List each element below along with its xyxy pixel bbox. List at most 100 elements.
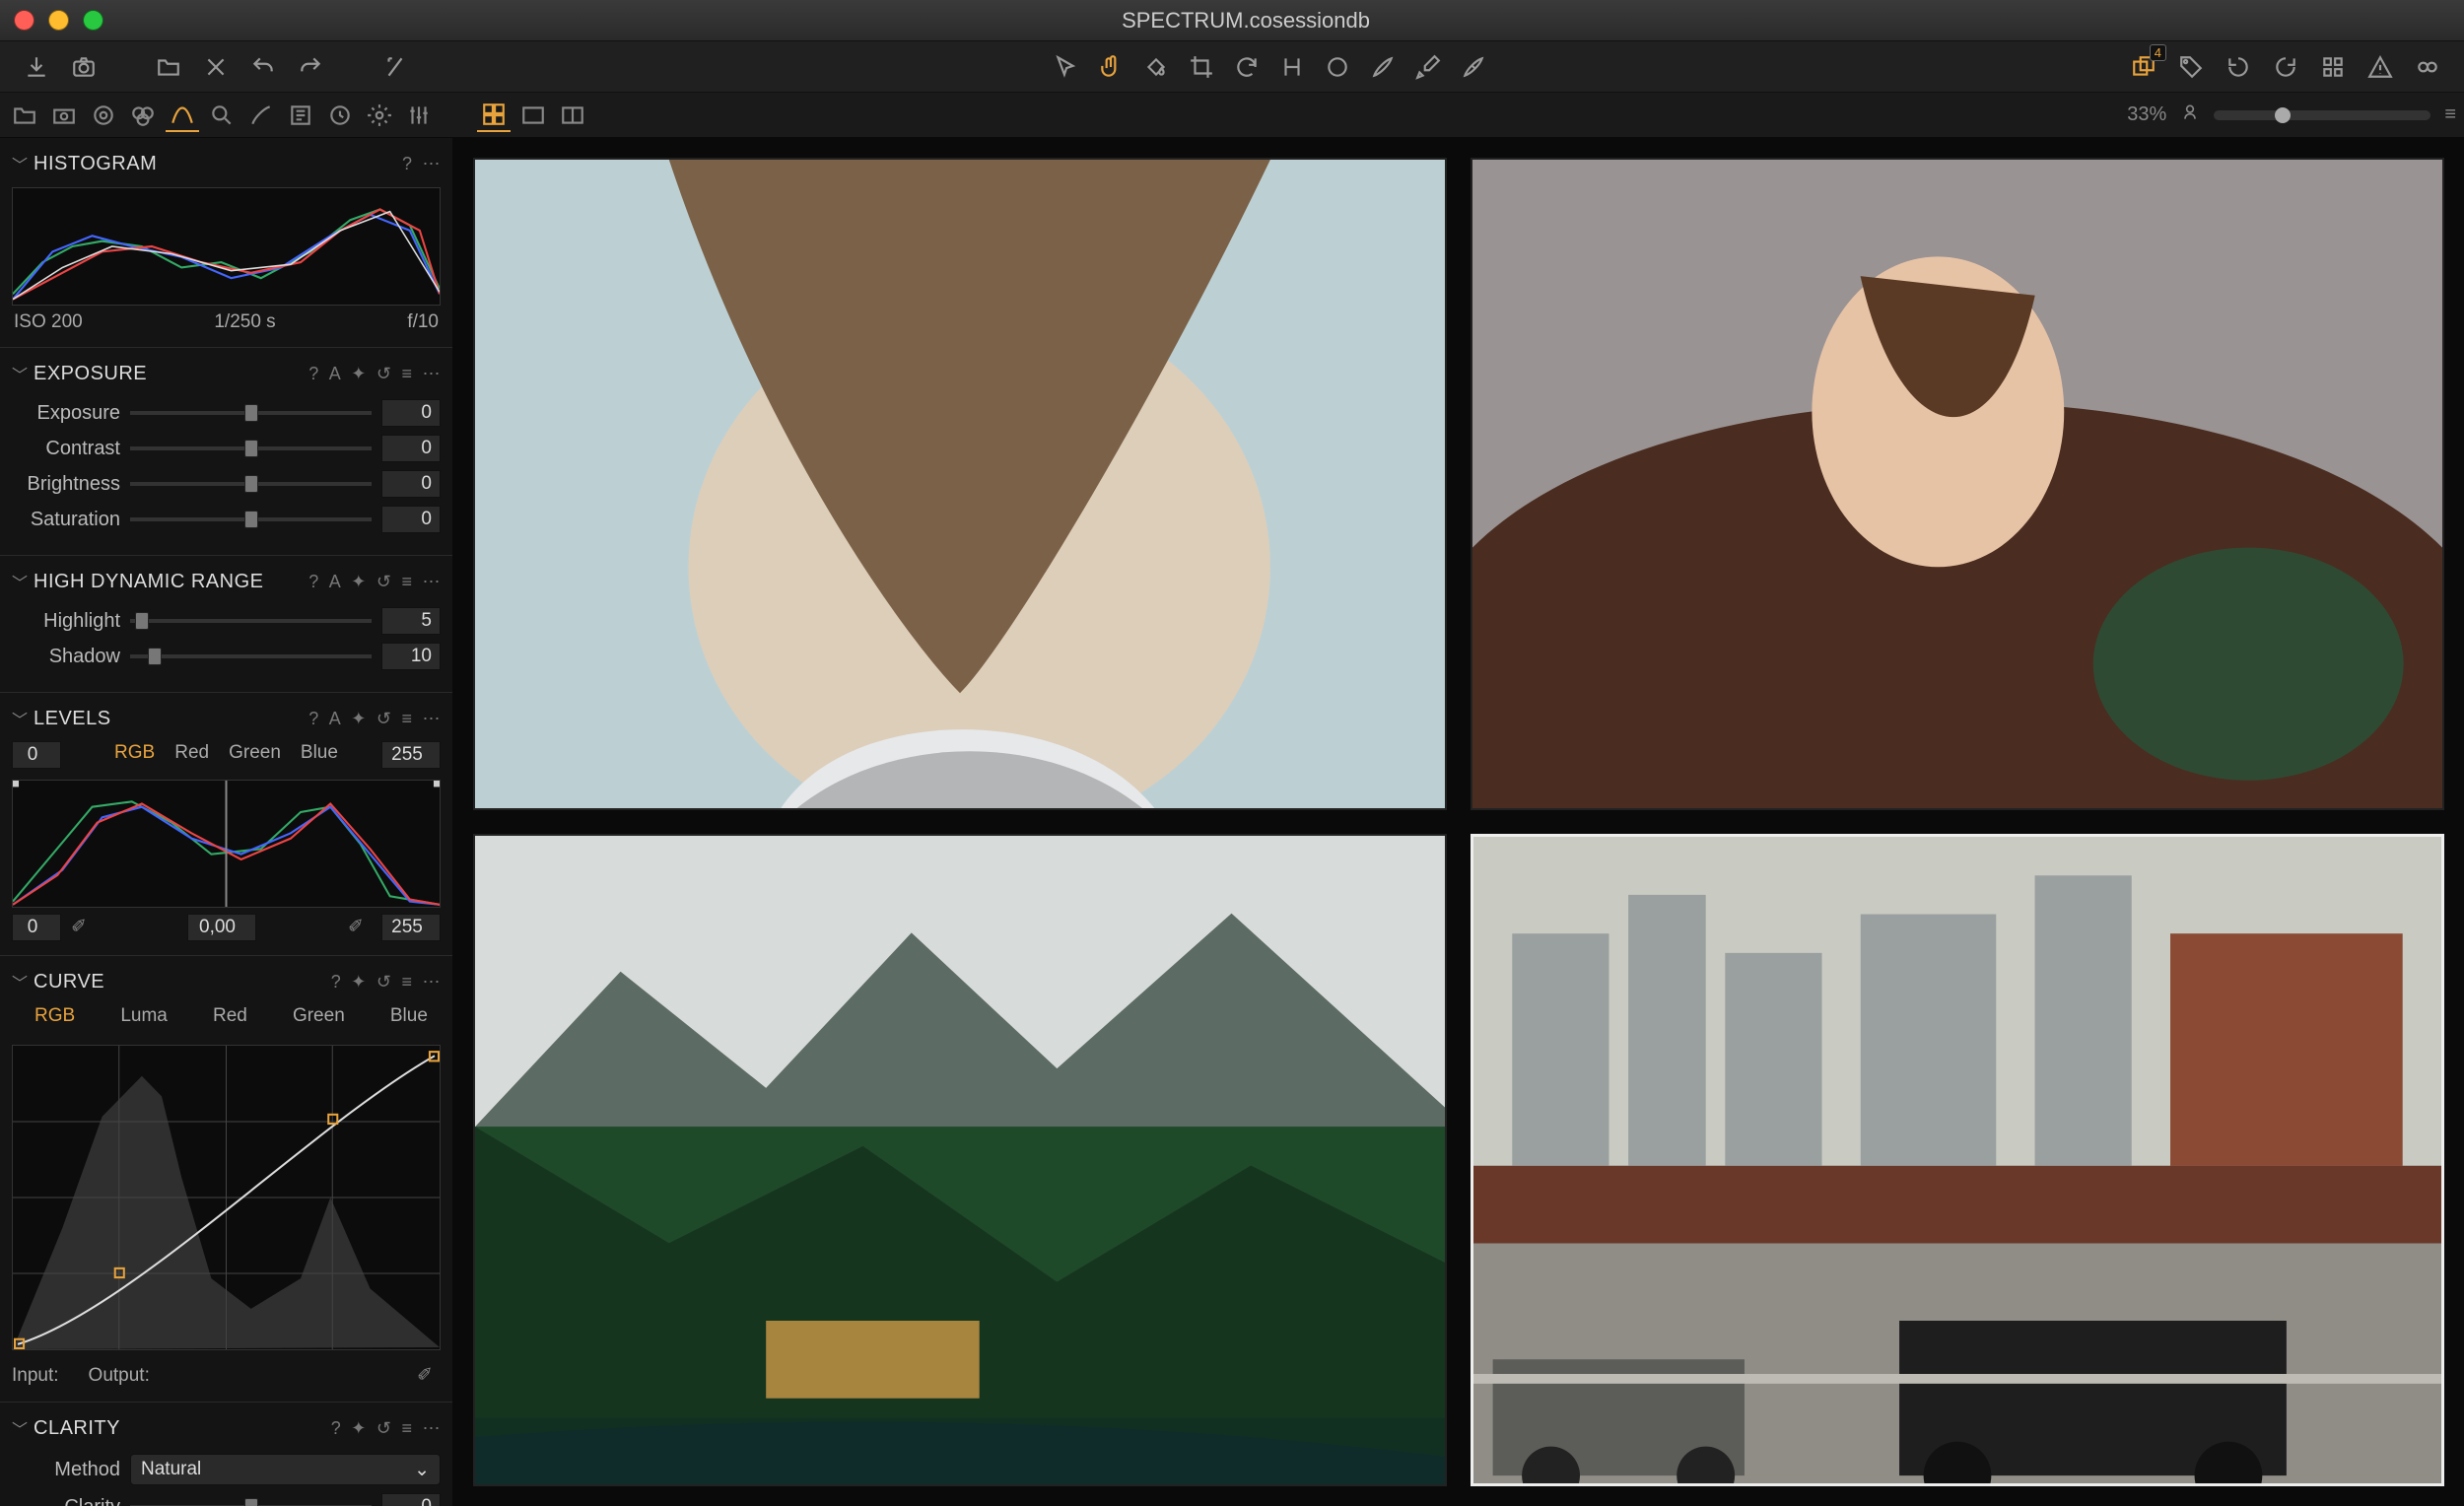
auto-adjust-icon[interactable] xyxy=(376,48,414,86)
output-tab[interactable] xyxy=(323,99,357,132)
redo-icon[interactable] xyxy=(292,48,329,86)
viewer-rect-icon[interactable] xyxy=(516,99,550,132)
wand-icon[interactable]: ✦ xyxy=(351,1418,367,1439)
adjustments-tab[interactable] xyxy=(402,99,436,132)
viewer-grid-icon[interactable] xyxy=(477,99,511,132)
reset-icon[interactable]: ↺ xyxy=(376,1418,392,1439)
library-tab[interactable] xyxy=(8,99,41,132)
chevron-down-icon[interactable]: ﹀ xyxy=(12,570,26,593)
chevron-down-icon[interactable]: ﹀ xyxy=(12,362,26,385)
clarity-method-select[interactable]: Natural⌄ xyxy=(130,1454,441,1485)
chevron-down-icon[interactable]: ﹀ xyxy=(12,970,26,993)
levels-out-black[interactable]: 0 xyxy=(12,914,61,941)
tag-icon[interactable] xyxy=(2172,48,2210,86)
close-window[interactable] xyxy=(14,10,34,31)
eyedropper-icon[interactable] xyxy=(1409,48,1447,86)
hdr-shadow-value[interactable]: 10 xyxy=(381,643,441,670)
brush-icon[interactable] xyxy=(1364,48,1402,86)
variants-icon[interactable]: 4 xyxy=(2125,48,2162,86)
help-icon[interactable]: ? xyxy=(402,154,413,174)
help-icon[interactable]: ? xyxy=(331,972,342,993)
help-icon[interactable]: ? xyxy=(331,1418,342,1439)
help-icon[interactable]: ? xyxy=(308,364,319,384)
channel-rgb[interactable]: RGB xyxy=(34,1005,75,1027)
exposure-brightness-slider[interactable] xyxy=(130,482,372,486)
capture-tab[interactable] xyxy=(47,99,81,132)
levels-graph[interactable] xyxy=(12,780,441,908)
levels-mid[interactable]: 0,00 xyxy=(187,914,256,941)
preset-icon[interactable]: ≡ xyxy=(401,572,412,592)
wand-icon[interactable]: ✦ xyxy=(351,972,367,993)
clarity-clarity-value[interactable]: 0 xyxy=(381,1493,441,1506)
menu-icon[interactable]: ⋯ xyxy=(423,572,442,592)
channel-red[interactable]: Red xyxy=(174,742,209,764)
exposure-contrast-value[interactable]: 0 xyxy=(381,435,441,462)
viewer-split-icon[interactable] xyxy=(556,99,589,132)
wand-icon[interactable]: ✦ xyxy=(351,364,367,384)
grid-thumb-1[interactable] xyxy=(473,158,1447,810)
black-eyedropper-icon[interactable]: ✐ xyxy=(71,916,95,939)
wand-icon[interactable]: ✦ xyxy=(351,572,367,592)
heal-icon[interactable] xyxy=(1455,48,1492,86)
exposure-contrast-slider[interactable] xyxy=(130,446,372,450)
white-eyedropper-icon[interactable]: ✐ xyxy=(348,916,372,939)
exposure-exposure-slider[interactable] xyxy=(130,411,372,415)
grid-thumb-3[interactable] xyxy=(473,834,1447,1486)
crop-icon[interactable] xyxy=(1183,48,1220,86)
grid-view-icon[interactable] xyxy=(2314,48,2352,86)
menu-icon[interactable]: ⋯ xyxy=(423,364,442,384)
import-icon[interactable] xyxy=(18,48,55,86)
menu-icon[interactable]: ⋯ xyxy=(423,709,442,729)
chevron-down-icon[interactable]: ﹀ xyxy=(12,1416,26,1440)
pointer-icon[interactable] xyxy=(1047,48,1084,86)
menu-icon[interactable]: ⋯ xyxy=(423,972,442,993)
preset-icon[interactable]: ≡ xyxy=(401,364,412,384)
auto-icon[interactable]: A xyxy=(329,364,342,384)
chevron-down-icon[interactable]: ﹀ xyxy=(12,152,26,175)
preset-icon[interactable]: ≡ xyxy=(401,972,412,993)
fill-icon[interactable] xyxy=(1137,48,1175,86)
grid-thumb-2[interactable] xyxy=(1471,158,2444,810)
straighten-icon[interactable] xyxy=(1273,48,1311,86)
help-icon[interactable]: ? xyxy=(308,709,319,729)
channel-green[interactable]: Green xyxy=(293,1005,345,1027)
channel-rgb[interactable]: RGB xyxy=(114,742,155,764)
preset-icon[interactable]: ≡ xyxy=(401,1418,412,1439)
camera-icon[interactable] xyxy=(65,48,103,86)
channel-blue[interactable]: Blue xyxy=(390,1005,428,1027)
color-tab[interactable] xyxy=(126,99,160,132)
auto-icon[interactable]: A xyxy=(329,709,342,729)
channel-blue[interactable]: Blue xyxy=(301,742,338,764)
channel-luma[interactable]: Luma xyxy=(120,1005,168,1027)
reset-icon[interactable]: ↺ xyxy=(376,972,392,993)
exposure-saturation-slider[interactable] xyxy=(130,517,372,521)
curve-eyedropper-icon[interactable]: ✐ xyxy=(417,1364,441,1388)
settings-tab[interactable] xyxy=(363,99,396,132)
lens-tab[interactable] xyxy=(87,99,120,132)
local-adjust-tab[interactable] xyxy=(244,99,278,132)
hdr-highlight-value[interactable]: 5 xyxy=(381,607,441,635)
warning-icon[interactable] xyxy=(2361,48,2399,86)
grid-thumb-4[interactable] xyxy=(1471,834,2444,1486)
hdr-shadow-slider[interactable] xyxy=(130,654,372,658)
preset-icon[interactable]: ≡ xyxy=(401,709,412,729)
undo-icon[interactable] xyxy=(244,48,282,86)
help-icon[interactable]: ? xyxy=(308,572,319,592)
levels-black-in[interactable]: 0 xyxy=(12,741,61,769)
menu-icon[interactable]: ⋯ xyxy=(423,1418,442,1439)
menu-icon[interactable]: ⋯ xyxy=(423,154,442,174)
reset-icon[interactable]: ↺ xyxy=(376,364,392,384)
rotate-cw-icon[interactable] xyxy=(2267,48,2304,86)
folder-icon[interactable] xyxy=(150,48,187,86)
reset-icon[interactable]: ↺ xyxy=(376,709,392,729)
minimize-window[interactable] xyxy=(48,10,69,31)
curve-graph[interactable] xyxy=(12,1045,441,1350)
zoom-menu-icon[interactable]: ≡ xyxy=(2444,103,2456,126)
delete-icon[interactable] xyxy=(197,48,235,86)
levels-white-in[interactable]: 255 xyxy=(381,741,441,769)
search-tab[interactable] xyxy=(205,99,239,132)
channel-green[interactable]: Green xyxy=(229,742,281,764)
zoom-window[interactable] xyxy=(83,10,103,31)
hand-icon[interactable] xyxy=(1092,48,1129,86)
reset-icon[interactable]: ↺ xyxy=(376,572,392,592)
